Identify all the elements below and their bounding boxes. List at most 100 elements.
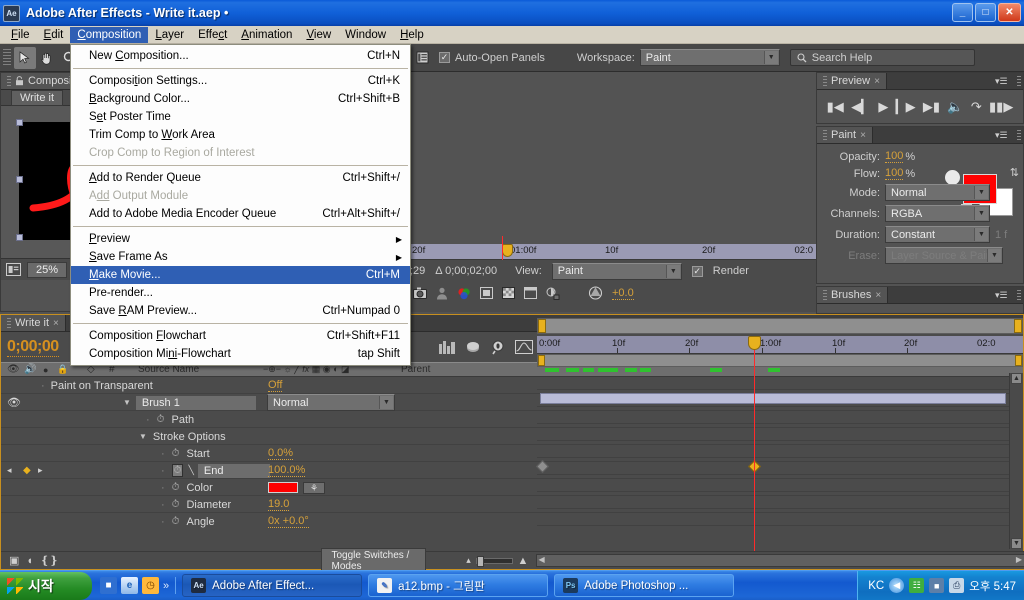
eyedropper-icon[interactable]: ⚘	[303, 481, 325, 494]
blend-mode-select[interactable]: Normal ▼	[267, 394, 395, 411]
menu-window[interactable]: Window	[338, 27, 393, 43]
selection-tool-icon[interactable]	[14, 46, 36, 69]
menu-item-composition-mini-flowchart[interactable]: Composition Mini-Flowchart tap Shift	[71, 345, 410, 363]
zoom-level-select[interactable]: 25%	[27, 261, 68, 278]
task-item-after-effects[interactable]: Ae Adobe After Effect...	[182, 574, 363, 597]
current-timecode[interactable]: 0;00;00	[7, 338, 59, 357]
tab-paint[interactable]: Paint ×	[817, 127, 873, 143]
menu-composition[interactable]: Composition	[70, 26, 149, 43]
previous-keyframe-icon[interactable]: ◂	[7, 465, 12, 476]
graph-row[interactable]	[537, 441, 1023, 458]
timeline-vertical-scrollbar[interactable]: ▲ ▼	[1009, 373, 1023, 549]
stopwatch-icon[interactable]: ⏱	[172, 516, 180, 527]
work-area-bar[interactable]	[537, 354, 1023, 367]
work-area-end-handle[interactable]	[1014, 319, 1022, 333]
minimize-button[interactable]: _	[952, 3, 973, 22]
menu-item-background-color[interactable]: Background Color... Ctrl+Shift+B	[71, 90, 410, 108]
tab-write-it[interactable]: Write it ×	[1, 315, 66, 331]
panel-menu-icon[interactable]: ▾☰	[995, 130, 1011, 141]
last-frame-icon[interactable]: ▶▮	[923, 99, 940, 115]
lock-toggle-icon[interactable]: 🔒	[57, 364, 68, 375]
audio-icon[interactable]: 🔈	[947, 99, 963, 115]
menu-animation[interactable]: Animation	[234, 27, 299, 43]
ram-preview-icon[interactable]: ▮▮▶	[989, 99, 1013, 115]
scroll-right-icon[interactable]: ▶	[1016, 555, 1022, 564]
row-value[interactable]: 0.0%	[268, 445, 294, 462]
graph-row[interactable]	[537, 492, 1023, 509]
next-keyframe-icon[interactable]: ▸	[38, 465, 43, 476]
close-icon[interactable]: ×	[860, 130, 866, 141]
stopwatch-icon[interactable]: ⏱	[171, 464, 184, 477]
menu-item-pre-render[interactable]: Pre-render...	[71, 284, 410, 302]
monitor-icon[interactable]: ■	[929, 578, 945, 593]
selection-handle[interactable]	[16, 176, 23, 183]
menu-item-trim-comp-to-work-area[interactable]: Trim Comp to Work Area	[71, 126, 410, 144]
panel-menu-icon[interactable]: ▾☰	[995, 290, 1011, 301]
graph-row[interactable]	[537, 390, 1023, 407]
selection-handle[interactable]	[16, 119, 23, 126]
menu-layer[interactable]: Layer	[148, 27, 191, 43]
clock-icon[interactable]: ◷	[142, 577, 159, 594]
scroll-down-icon[interactable]: ▼	[1011, 538, 1022, 549]
timeline-ruler[interactable]: 0:00f 10f 20f 1:00f 10f 20f 02:0	[537, 336, 1023, 354]
first-frame-icon[interactable]: ▮◀	[827, 99, 844, 115]
close-icon[interactable]: ×	[875, 290, 881, 301]
workspace-panels-icon[interactable]	[411, 47, 433, 69]
start-button[interactable]: 시작	[0, 571, 92, 600]
stopwatch-icon[interactable]: ⏱	[172, 499, 180, 510]
zoom-in-timeline-icon[interactable]: ▲	[518, 555, 529, 567]
network-icon[interactable]: ☷	[909, 578, 925, 593]
motion-blur-icon[interactable]: ❴❵	[40, 554, 58, 567]
frame-blending-icon[interactable]: ◖	[26, 555, 33, 567]
task-item-paint[interactable]: ✎ a12.bmp - 그림판	[368, 574, 549, 597]
menu-item-add-to-render-queue[interactable]: Add to Render Queue Ctrl+Shift+/	[71, 169, 410, 187]
scroll-up-icon[interactable]: ▲	[1011, 373, 1022, 384]
selection-handle[interactable]	[16, 234, 23, 241]
timeline-playhead[interactable]	[754, 336, 755, 551]
internet-explorer-icon[interactable]: e	[121, 577, 138, 594]
menu-item-new-composition[interactable]: New Composition... Ctrl+N	[71, 47, 410, 65]
viewer-time-ruler[interactable]: 20f 01:00f 10f 20f 02:0	[410, 244, 816, 260]
row-value[interactable]: Off	[268, 377, 283, 394]
graph-icon[interactable]: ╲	[188, 465, 193, 476]
video-toggle-icon[interactable]: 👁	[7, 396, 21, 409]
maximize-button[interactable]: □	[975, 3, 996, 22]
graph-row[interactable]	[537, 475, 1023, 492]
panel-grip[interactable]	[1017, 130, 1021, 141]
comp-flowchart-icon[interactable]: ▣	[9, 554, 19, 567]
printer-icon[interactable]: ⎙	[949, 578, 965, 593]
audio-toggle-icon[interactable]: 🔊	[24, 364, 36, 375]
tab-brushes[interactable]: Brushes ×	[817, 287, 889, 303]
stopwatch-icon[interactable]: ⏱	[172, 482, 180, 493]
row-value[interactable]: Normal ▼	[267, 394, 395, 411]
menu-help[interactable]: Help	[393, 27, 431, 43]
disclosure-triangle-icon[interactable]: ▼	[123, 398, 131, 407]
show-desktop-icon[interactable]: ■	[100, 577, 117, 594]
previous-frame-icon[interactable]: ◀▎	[851, 99, 871, 115]
render-checkbox[interactable]: ✓	[691, 265, 703, 277]
menu-file[interactable]: File	[4, 27, 37, 43]
work-area-bar-top[interactable]	[537, 318, 1023, 334]
subtab-write-it[interactable]: Write it	[11, 89, 64, 106]
keyframe-marker[interactable]	[536, 460, 549, 473]
menu-item-composition-settings[interactable]: Composition Settings... Ctrl+K	[71, 72, 410, 90]
close-icon[interactable]: ×	[874, 76, 880, 87]
clock-label[interactable]: 오후 5:47	[969, 578, 1016, 594]
graph-row[interactable]	[537, 407, 1023, 424]
channels-select[interactable]: RGBA ▼	[885, 205, 990, 222]
mode-select[interactable]: Normal ▼	[885, 184, 990, 201]
menu-item-preview[interactable]: Preview ▶	[71, 230, 410, 248]
search-help-box[interactable]: Search Help	[789, 49, 975, 66]
work-area-start-handle[interactable]	[538, 355, 545, 366]
graph-row[interactable]	[537, 424, 1023, 441]
work-area-start-handle[interactable]	[538, 319, 546, 333]
panel-grip[interactable]	[1017, 76, 1021, 87]
toolbar-grip[interactable]	[3, 48, 11, 67]
solo-toggle-icon[interactable]: ●	[43, 365, 48, 375]
viewer-playhead-knob[interactable]	[502, 244, 513, 257]
back-arrow-icon[interactable]: ◀	[889, 578, 905, 593]
tab-preview[interactable]: Preview ×	[817, 73, 887, 89]
slider-handle[interactable]	[476, 555, 484, 567]
flow-value[interactable]: 100	[885, 167, 904, 180]
graph-row[interactable]	[536, 458, 1023, 475]
